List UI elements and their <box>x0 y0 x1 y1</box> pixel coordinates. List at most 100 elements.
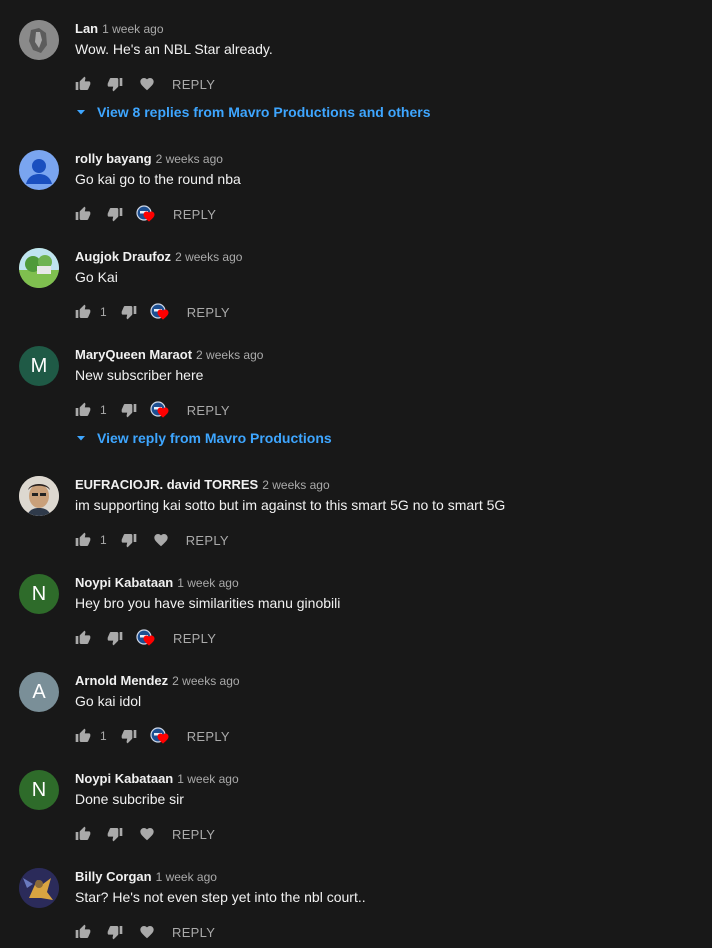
comment-time[interactable]: 1 week ago <box>177 772 238 786</box>
comment-header: rolly bayang 2 weeks ago <box>75 150 223 166</box>
comment-time[interactable]: 2 weeks ago <box>172 674 239 688</box>
dislike-button[interactable] <box>121 728 137 744</box>
comment-text: Done subcribe sir <box>75 791 184 807</box>
thumbs-down-icon <box>121 730 137 744</box>
comment-thread: rolly bayang 2 weeks ago Go kai go to the… <box>0 150 712 230</box>
heart-button[interactable] <box>153 532 169 548</box>
like-button[interactable] <box>75 826 91 842</box>
heart-icon <box>154 534 168 547</box>
heart-button[interactable] <box>139 76 155 92</box>
thumbs-down-icon <box>107 208 123 222</box>
like-button[interactable] <box>75 924 91 940</box>
reply-button[interactable]: REPLY <box>172 77 215 92</box>
reply-button[interactable]: REPLY <box>187 403 230 418</box>
author-name[interactable]: Billy Corgan <box>75 869 152 884</box>
comment-time[interactable]: 2 weeks ago <box>156 152 223 166</box>
comment-time[interactable]: 2 weeks ago <box>196 348 263 362</box>
like-button[interactable] <box>75 532 91 548</box>
avatar-letter: N <box>31 582 47 605</box>
hearted-by-creator-icon <box>136 629 155 647</box>
reply-button[interactable]: REPLY <box>187 729 230 744</box>
reply-button[interactable]: REPLY <box>187 305 230 320</box>
comment-time[interactable]: 1 week ago <box>102 22 163 36</box>
comment-thread: N Noypi Kabataan 1 week ago Hey bro you h… <box>0 574 712 654</box>
comment-header: Arnold Mendez 2 weeks ago <box>75 672 240 688</box>
comment-actions: REPLY <box>75 824 215 844</box>
thumbs-up-icon <box>75 76 91 90</box>
creator-heart-badge[interactable] <box>150 727 170 745</box>
like-button[interactable] <box>75 304 91 320</box>
dislike-button[interactable] <box>107 826 123 842</box>
reply-button[interactable]: REPLY <box>172 827 215 842</box>
dislike-button[interactable] <box>107 206 123 222</box>
avatar[interactable] <box>19 150 59 190</box>
like-count: 1 <box>100 403 107 417</box>
dislike-button[interactable] <box>121 402 137 418</box>
dislike-button[interactable] <box>107 924 123 940</box>
reply-button[interactable]: REPLY <box>186 533 229 548</box>
creator-heart-badge[interactable] <box>136 205 156 223</box>
author-name[interactable]: MaryQueen Maraot <box>75 347 192 362</box>
comment-time[interactable]: 1 week ago <box>177 576 238 590</box>
author-name[interactable]: Noypi Kabataan <box>75 575 173 590</box>
avatar[interactable]: N <box>19 574 59 614</box>
avatar[interactable] <box>19 20 59 60</box>
like-button[interactable] <box>75 206 91 222</box>
comment-text: Go kai idol <box>75 693 142 709</box>
author-name[interactable]: rolly bayang <box>75 151 152 166</box>
author-name[interactable]: Arnold Mendez <box>75 673 168 688</box>
heart-button[interactable] <box>139 826 155 842</box>
avatar[interactable]: M <box>19 346 59 386</box>
avatar[interactable]: A <box>19 672 59 712</box>
reply-button[interactable]: REPLY <box>173 631 216 646</box>
thumbs-up-icon <box>75 304 91 318</box>
comment-time[interactable]: 2 weeks ago <box>175 250 242 264</box>
dislike-button[interactable] <box>121 304 137 320</box>
creator-heart-badge[interactable] <box>136 629 156 647</box>
avatar[interactable] <box>19 868 59 908</box>
thumbs-down-icon <box>121 534 137 548</box>
hearted-by-creator-icon <box>150 303 169 321</box>
dislike-button[interactable] <box>107 630 123 646</box>
comment-header: Noypi Kabataan 1 week ago <box>75 574 239 590</box>
thumbs-down-icon <box>107 78 123 92</box>
thumbs-down-icon <box>107 828 123 842</box>
author-name[interactable]: Lan <box>75 21 98 36</box>
view-replies-button[interactable]: View reply from Mavro Productions <box>75 430 332 446</box>
thumbs-up-icon <box>75 532 91 546</box>
comment-text: Star? He's not even step yet into the nb… <box>75 889 366 905</box>
avatar[interactable] <box>19 248 59 288</box>
author-name[interactable]: EUFRACIOJR. david TORRES <box>75 477 258 492</box>
avatar-image <box>19 20 59 60</box>
thumbs-up-icon <box>75 826 91 840</box>
dislike-button[interactable] <box>107 76 123 92</box>
comment-time[interactable]: 1 week ago <box>156 870 217 884</box>
comment-header: Augjok Draufoz 2 weeks ago <box>75 248 242 264</box>
like-button[interactable] <box>75 76 91 92</box>
hearted-by-creator-icon <box>136 205 155 223</box>
author-name[interactable]: Augjok Draufoz <box>75 249 171 264</box>
avatar[interactable] <box>19 476 59 516</box>
comment-actions: 1 REPLY <box>75 400 230 420</box>
creator-heart-badge[interactable] <box>150 303 170 321</box>
reply-button[interactable]: REPLY <box>173 207 216 222</box>
avatar-letter: A <box>32 680 46 703</box>
comment-actions: REPLY <box>75 922 215 942</box>
author-name[interactable]: Noypi Kabataan <box>75 771 173 786</box>
view-replies-button[interactable]: View 8 replies from Mavro Productions an… <box>75 104 431 120</box>
like-button[interactable] <box>75 630 91 646</box>
dislike-button[interactable] <box>121 532 137 548</box>
like-button[interactable] <box>75 728 91 744</box>
thumbs-up-icon <box>75 402 91 416</box>
comment-time[interactable]: 2 weeks ago <box>262 478 329 492</box>
creator-heart-badge[interactable] <box>150 401 170 419</box>
avatar-image <box>19 868 59 908</box>
like-button[interactable] <box>75 402 91 418</box>
reply-button[interactable]: REPLY <box>172 925 215 940</box>
avatar[interactable]: N <box>19 770 59 810</box>
thumbs-down-icon <box>121 404 137 418</box>
heart-button[interactable] <box>139 924 155 940</box>
hearted-by-creator-icon <box>150 727 169 745</box>
comment-header: MaryQueen Maraot 2 weeks ago <box>75 346 263 362</box>
comment-text: Go kai go to the round nba <box>75 171 241 187</box>
